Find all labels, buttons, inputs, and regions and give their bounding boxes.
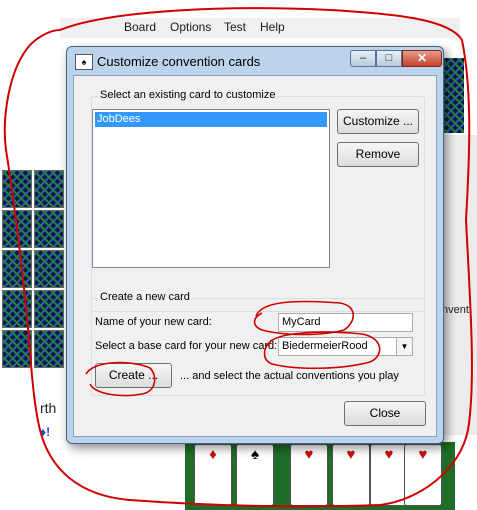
menu-options[interactable]: Options <box>170 20 211 34</box>
background-player-label: rth <box>40 400 57 416</box>
create-hint: ... and select the actual conventions yo… <box>180 370 399 382</box>
card-back <box>34 290 64 328</box>
close-window-button[interactable]: ✕ <box>402 50 442 67</box>
card-name-input[interactable]: MyCard <box>278 313 413 332</box>
menu-help[interactable]: Help <box>260 20 285 34</box>
card-back <box>34 210 64 248</box>
card-back <box>34 170 64 208</box>
base-card-value: BiedermeierRood <box>282 340 368 352</box>
card-back <box>34 250 64 288</box>
menu-test[interactable]: Test <box>224 20 246 34</box>
minimize-button[interactable]: – <box>350 50 376 67</box>
customize-convention-cards-dialog: ♠ Customize convention cards – □ ✕ Selec… <box>66 46 444 444</box>
background-panel-text: nventi <box>442 304 472 316</box>
background-bid-text: ♦! <box>40 425 51 439</box>
card-back <box>2 170 32 208</box>
new-card-legend: Create a new card <box>98 291 192 303</box>
create-button[interactable]: Create ... <box>95 363 172 388</box>
playing-card[interactable]: ♥ <box>370 444 408 506</box>
card-back <box>2 210 32 248</box>
background-menubar: Board Options Test Help <box>60 18 460 38</box>
menu-board[interactable]: Board <box>124 20 156 34</box>
customize-button[interactable]: Customize ... <box>337 109 419 134</box>
chevron-down-icon[interactable]: ▼ <box>396 338 412 355</box>
existing-card-legend: Select an existing card to customize <box>98 89 278 101</box>
playing-card[interactable]: ♥ <box>404 444 442 506</box>
background-right-panel <box>440 135 477 435</box>
existing-cards-list[interactable]: JobDees <box>92 109 330 268</box>
app-icon: ♠ <box>75 54 93 70</box>
close-button[interactable]: Close <box>344 401 426 426</box>
base-card-select[interactable]: BiedermeierRood ▼ <box>278 337 413 356</box>
card-back <box>2 290 32 328</box>
playing-card[interactable]: ♥ <box>290 444 328 506</box>
remove-button[interactable]: Remove <box>337 142 419 167</box>
card-backs-left <box>2 170 64 395</box>
dialog-titlebar[interactable]: ♠ Customize convention cards – □ ✕ <box>67 47 443 75</box>
playing-card[interactable]: ♦ <box>194 444 232 506</box>
card-back <box>34 330 64 368</box>
playing-card[interactable]: ♥ <box>332 444 370 506</box>
dialog-title: Customize convention cards <box>97 54 261 69</box>
list-item-selected[interactable]: JobDees <box>95 112 327 127</box>
base-card-label: Select a base card for your new card: <box>95 340 278 352</box>
name-label: Name of your new card: <box>95 316 212 328</box>
maximize-button[interactable]: □ <box>376 50 402 67</box>
card-back <box>2 330 32 368</box>
dialog-client-area: Select an existing card to customize Job… <box>73 75 437 437</box>
playing-card[interactable]: ♠ <box>236 444 274 506</box>
card-back <box>2 250 32 288</box>
